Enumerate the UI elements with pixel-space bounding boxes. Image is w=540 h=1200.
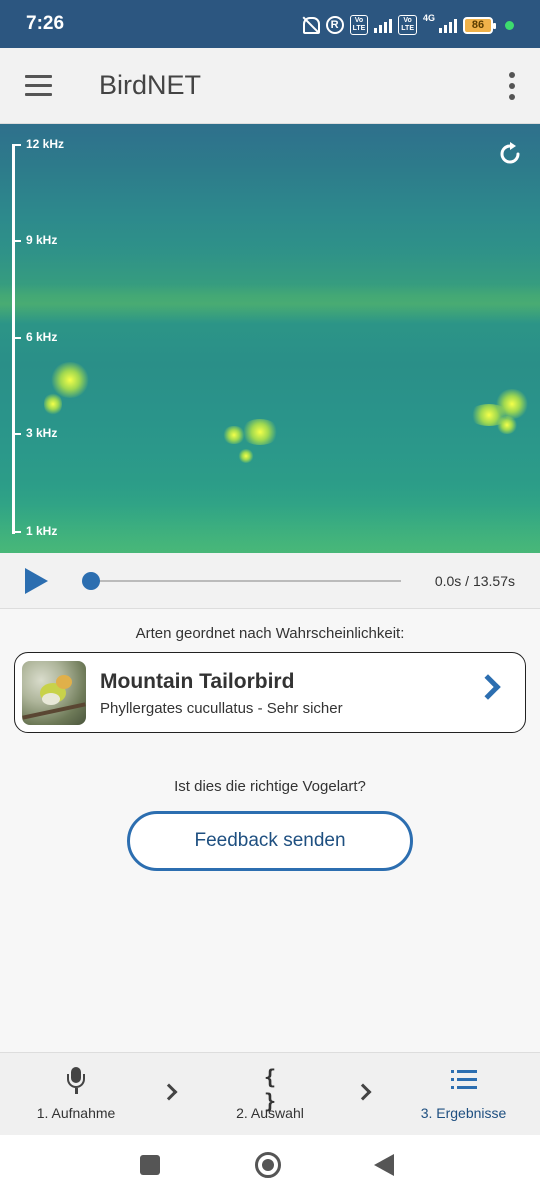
hamburger-menu-icon[interactable] xyxy=(25,75,52,96)
signal-icon xyxy=(374,17,393,33)
app-title: BirdNET xyxy=(99,70,202,100)
axis-label-9khz: 9 kHz xyxy=(26,233,58,247)
call-blob xyxy=(44,392,62,416)
call-blob xyxy=(240,419,280,445)
app-bar: BirdNET xyxy=(0,48,540,124)
axis-label-6khz: 6 kHz xyxy=(26,330,58,344)
network-type: 4G xyxy=(422,13,435,23)
nav-item-recording[interactable]: 1. Aufnahme xyxy=(0,1053,152,1136)
axis-line xyxy=(12,144,15,534)
status-icons: R Vo LTE Vo LTE 4G 86 xyxy=(300,14,514,36)
axis-tick xyxy=(12,531,21,533)
nav-label: 3. Ergebnisse xyxy=(420,1105,507,1121)
nav-item-results[interactable]: 3. Ergebnisse xyxy=(395,1053,532,1136)
spectrogram-band xyxy=(0,504,540,553)
axis-label-12khz: 12 kHz xyxy=(26,137,65,151)
list-icon xyxy=(450,1069,477,1089)
chevron-right-icon xyxy=(160,1083,178,1101)
more-options-icon[interactable] xyxy=(508,72,516,100)
call-blob xyxy=(238,449,254,463)
privacy-dot-icon xyxy=(505,20,514,30)
recents-icon[interactable] xyxy=(140,1155,160,1175)
nav-item-selection[interactable]: { } 2. Auswahl xyxy=(190,1053,350,1136)
time-readout: 0.0s / 13.57s xyxy=(434,573,515,589)
spectrogram[interactable]: 12 kHz 9 kHz 6 kHz 3 kHz 1 kHz xyxy=(0,124,540,553)
chevron-right-icon xyxy=(475,674,501,700)
seek-bar[interactable] xyxy=(88,580,401,582)
species-scientific-confidence: Phyllergates cucullatus - Sehr sicher xyxy=(100,700,343,717)
audio-player: 0.0s / 13.57s xyxy=(0,553,540,609)
call-blob xyxy=(496,416,518,434)
axis-tick xyxy=(12,240,21,242)
volte2-icon: Vo LTE xyxy=(398,15,417,35)
axis-tick xyxy=(12,144,21,146)
mute-icon xyxy=(300,15,320,35)
spectrogram-band xyxy=(0,284,540,324)
chevron-right-icon xyxy=(354,1083,372,1101)
species-name: Mountain Tailorbird xyxy=(100,670,295,693)
play-button[interactable] xyxy=(25,568,48,594)
nav-label: 2. Auswahl xyxy=(236,1105,304,1121)
results-heading: Arten geordnet nach Wahrscheinlichkeit: xyxy=(135,625,405,642)
nav-label: 1. Aufnahme xyxy=(36,1105,116,1121)
registered-icon: R xyxy=(325,16,344,34)
home-icon[interactable] xyxy=(255,1152,281,1178)
back-icon[interactable] xyxy=(374,1154,394,1176)
signal2-icon xyxy=(439,17,457,33)
bird-thumbnail xyxy=(22,661,86,725)
frequency-axis: 12 kHz 9 kHz 6 kHz 3 kHz 1 kHz xyxy=(12,137,64,538)
axis-label-3khz: 3 kHz xyxy=(26,426,58,440)
bottom-nav: 1. Aufnahme { } 2. Auswahl 3. Ergebnisse xyxy=(0,1052,540,1135)
seek-thumb[interactable] xyxy=(82,572,100,590)
call-blob xyxy=(222,426,246,444)
system-nav-bar xyxy=(0,1135,540,1200)
feedback-button[interactable]: Feedback senden xyxy=(127,811,413,871)
status-bar: 7:26 R Vo LTE Vo LTE 4G 86 xyxy=(0,0,540,48)
volte-icon: Vo LTE xyxy=(349,15,369,35)
axis-tick xyxy=(12,433,21,435)
mic-icon xyxy=(64,1067,88,1097)
refresh-icon[interactable] xyxy=(498,142,522,166)
axis-label-1khz: 1 kHz xyxy=(26,524,58,538)
status-time: 7:26 xyxy=(26,13,65,34)
axis-tick xyxy=(12,337,21,339)
feedback-question: Ist dies die richtige Vogelart? xyxy=(174,778,366,795)
battery-icon: 86 xyxy=(463,16,496,34)
result-card[interactable]: Mountain Tailorbird Phyllergates cuculla… xyxy=(14,652,526,733)
